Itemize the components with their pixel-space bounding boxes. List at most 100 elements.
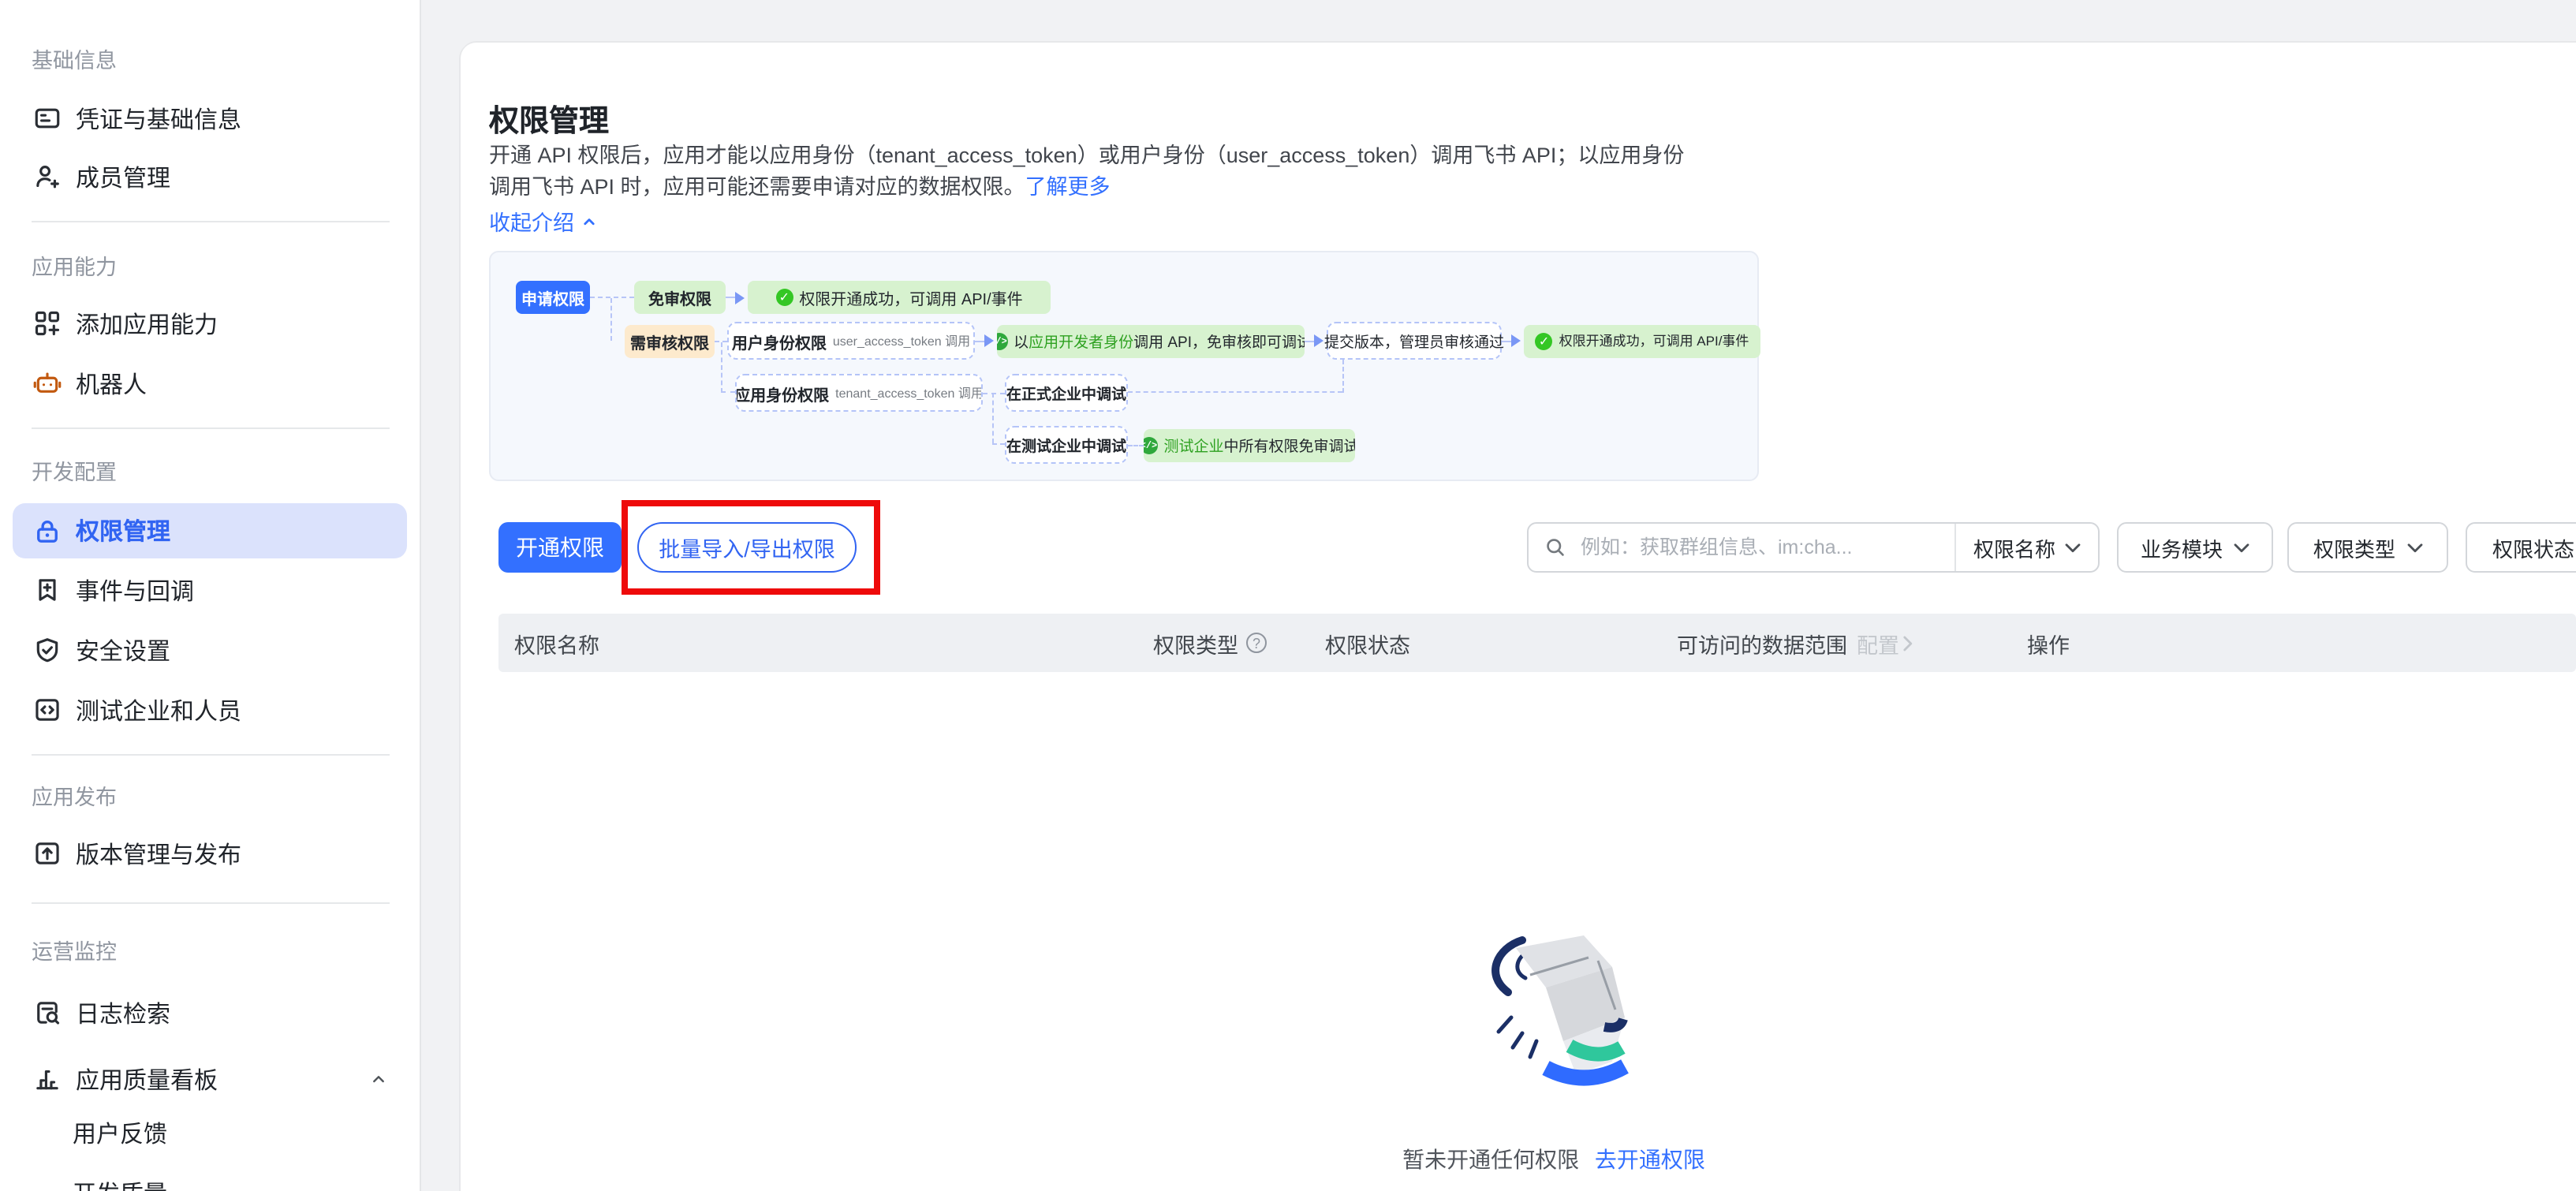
- content-card: 权限管理 开通 API 权限后，应用才能以应用身份（tenant_access_…: [461, 43, 2576, 1191]
- page-title: 权限管理: [489, 105, 610, 139]
- flow-node-submit-version: 提交版本，管理员审核通过: [1324, 322, 1504, 360]
- flow-connector: [983, 392, 1005, 394]
- bookmark-add-icon: [33, 576, 62, 604]
- column-data-scope: 可访问的数据范围 配置: [1677, 614, 1913, 672]
- sidebar-subitem-user-feedback[interactable]: 用户反馈: [73, 1106, 167, 1159]
- table-header: 权限名称 权限类型 ? 权限状态 可访问的数据范围 配置 操作: [498, 614, 2576, 672]
- api-code-icon: </>: [1144, 436, 1158, 454]
- flow-connector: [610, 298, 612, 341]
- api-code-icon: </>: [997, 332, 1008, 349]
- scope-config-link[interactable]: 配置: [1857, 627, 1913, 659]
- flow-node-dev-call: </> 以应用开发者身份调用 API，免审核即可调试: [997, 324, 1305, 357]
- column-permission-name: 权限名称: [514, 633, 599, 657]
- flow-connector: [590, 297, 634, 298]
- flow-node-debug-test: 在测试企业中调试: [1005, 426, 1128, 464]
- type-filter-dropdown[interactable]: 权限类型: [2287, 522, 2448, 573]
- chevron-down-icon: [2065, 543, 2081, 552]
- check-circle-icon: ✓: [1535, 332, 1553, 349]
- flow-connector: [1128, 444, 1144, 446]
- column-actions: 操作: [2027, 633, 2070, 657]
- sidebar-item-label: 凭证与基础信息: [76, 106, 242, 133]
- flow-connector: [1128, 391, 1342, 393]
- open-permission-button[interactable]: 开通权限: [498, 522, 622, 573]
- collapse-intro-link[interactable]: 收起介绍: [489, 205, 598, 237]
- code-square-icon: [33, 696, 62, 724]
- sidebar-item-label: 事件与回调: [76, 578, 195, 605]
- sidebar-item-security[interactable]: 安全设置: [0, 623, 420, 677]
- test-company-link[interactable]: 测试企业: [1163, 434, 1223, 456]
- sidebar-item-label: 测试企业和人员: [76, 698, 242, 725]
- go-open-permission-link[interactable]: 去开通权限: [1595, 1147, 1705, 1172]
- sidebar-divider: [32, 221, 390, 222]
- flow-node-no-review: 免审权限: [634, 281, 726, 314]
- sidebar-divider: [32, 427, 390, 429]
- flow-node-need-review: 需审核权限: [625, 324, 715, 357]
- sidebar-item-credentials[interactable]: 凭证与基础信息: [0, 91, 420, 145]
- grid-add-icon: [33, 309, 62, 338]
- sidebar-item-add-capability[interactable]: 添加应用能力: [0, 297, 420, 350]
- flow-connector: [992, 443, 1005, 445]
- search-icon: [1544, 536, 1566, 558]
- chevron-up-icon: [581, 212, 598, 230]
- learn-more-link[interactable]: 了解更多: [1025, 175, 1111, 199]
- sidebar-item-version-release[interactable]: 版本管理与发布: [0, 827, 420, 880]
- empty-message: 暂未开通任何权限: [1402, 1147, 1580, 1172]
- sidebar-item-label: 成员管理: [76, 165, 171, 192]
- sidebar-section-app-release: 应用发布: [32, 786, 117, 809]
- intro-line1: 开通 API 权限后，应用才能以应用身份（tenant_access_token…: [489, 144, 1685, 167]
- module-filter-dropdown[interactable]: 业务模块: [2117, 522, 2273, 573]
- sidebar-subitem-dev-quality[interactable]: 开发质量: [73, 1166, 167, 1191]
- flow-arrow-icon: [975, 334, 997, 347]
- sidebar-item-permissions[interactable]: 权限管理: [13, 503, 407, 558]
- sidebar-item-bot[interactable]: 机器人: [0, 357, 420, 410]
- flow-connector: [992, 393, 994, 443]
- sidebar-section-basic-info: 基础信息: [32, 49, 117, 73]
- sidebar-item-events[interactable]: 事件与回调: [0, 563, 420, 617]
- flow-node-app-identity: 应用身份权限 tenant_access_token 调用: [735, 374, 983, 412]
- sidebar-item-test-company[interactable]: 测试企业和人员: [0, 683, 420, 737]
- search-category-dropdown[interactable]: 权限名称: [1956, 532, 2098, 562]
- flow-row-2: 需审核权限 用户身份权限 user_access_token 调用 </> 以应…: [625, 322, 1760, 360]
- flow-arrow-icon: [726, 291, 748, 304]
- lock-icon: [33, 517, 62, 545]
- sidebar-item-label: 日志检索: [76, 1001, 171, 1028]
- check-circle-icon: ✓: [775, 289, 793, 306]
- person-add-icon: [33, 162, 62, 191]
- chevron-down-icon: [2234, 543, 2249, 552]
- flow-connector: [721, 342, 722, 393]
- log-search-icon: [33, 999, 62, 1027]
- sidebar: 基础信息 凭证与基础信息 成员管理 应用能力 添加应用能力 机器人 开发配置 权…: [0, 0, 421, 1191]
- sidebar-item-label: 应用质量看板: [76, 1067, 218, 1094]
- chevron-up-icon[interactable]: [369, 1070, 388, 1088]
- batch-import-export-button[interactable]: 批量导入/导出权限: [637, 522, 857, 573]
- flow-row-1: 申请权限 免审权限 ✓ 权限开通成功，可调用 API/事件: [516, 281, 1051, 314]
- sidebar-item-members[interactable]: 成员管理: [0, 150, 420, 203]
- bar-chart-icon: [33, 1065, 62, 1093]
- status-filter-dropdown[interactable]: 权限状态: [2466, 522, 2576, 573]
- sidebar-item-label: 添加应用能力: [76, 312, 218, 338]
- developer-identity-link[interactable]: 应用开发者身份: [1029, 330, 1133, 352]
- search-input[interactable]: [1577, 535, 1954, 560]
- help-circle-icon[interactable]: ?: [1246, 633, 1267, 653]
- empty-state-text: 暂未开通任何权限 去开通权限: [1317, 1144, 1790, 1175]
- upload-square-icon: [33, 839, 62, 868]
- empty-box-illustration: [1459, 926, 1648, 1103]
- flow-node-debug-formal: 在正式企业中调试: [1005, 374, 1128, 412]
- flow-row-4: 在测试企业中调试 </> 测试企业中所有权限免审调试: [1005, 426, 1355, 464]
- sidebar-item-log-search[interactable]: 日志检索: [0, 986, 420, 1040]
- id-card-icon: [33, 104, 62, 133]
- sidebar-section-operation-monitor: 运营监控: [32, 940, 117, 964]
- flow-arrow-icon: [1502, 334, 1524, 347]
- column-permission-type: 权限类型 ?: [1153, 614, 1267, 672]
- flow-arrow-icon: [1305, 334, 1327, 347]
- flow-connector: [721, 391, 735, 393]
- sidebar-item-label: 机器人: [76, 371, 147, 398]
- sidebar-divider: [32, 754, 390, 756]
- intro-paragraph: 开通 API 权限后，应用才能以应用身份（tenant_access_token…: [489, 140, 1684, 203]
- permission-flow-diagram: 申请权限 免审权限 ✓ 权限开通成功，可调用 API/事件 需审核权限 用户身份…: [489, 251, 1760, 481]
- flow-connector: [715, 340, 727, 342]
- sidebar-item-quality-dashboard[interactable]: 应用质量看板: [0, 1052, 420, 1106]
- flow-connector: [1342, 360, 1344, 393]
- flow-node-apply: 申请权限: [516, 281, 590, 314]
- flow-node-success-2: ✓ 权限开通成功，可调用 API/事件: [1524, 324, 1760, 357]
